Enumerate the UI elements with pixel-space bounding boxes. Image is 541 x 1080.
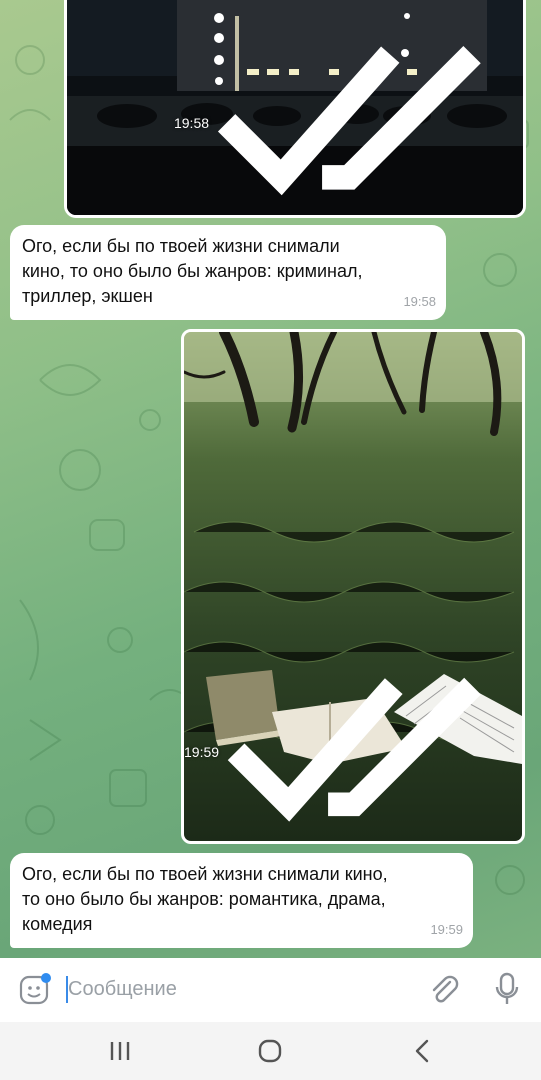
sticker-icon[interactable] xyxy=(18,972,52,1006)
message-time: 19:58 xyxy=(173,115,210,132)
back-icon[interactable] xyxy=(408,1038,438,1064)
message-time: 19:59 xyxy=(184,744,220,761)
photo-timestamp: 19:59 xyxy=(184,673,512,831)
message-input-bar: Сообщение xyxy=(0,958,541,1022)
system-navigation-bar xyxy=(0,1022,541,1080)
message-time: 19:59 xyxy=(430,922,463,937)
photo-timestamp: 19:58 xyxy=(174,41,513,205)
incoming-text-message[interactable]: Ого, если бы по твоей жизни снимали кино… xyxy=(10,853,473,948)
message-time: 19:58 xyxy=(403,294,436,309)
incoming-text-message[interactable]: Ого, если бы по твоей жизни снимали кино… xyxy=(10,225,446,320)
recent-apps-icon[interactable] xyxy=(105,1038,135,1064)
paperclip-icon[interactable] xyxy=(428,974,460,1006)
message-text: Ого, если бы по твоей жизни снимали кино… xyxy=(22,864,388,934)
double-check-icon xyxy=(217,46,481,196)
home-icon[interactable] xyxy=(255,1038,285,1064)
message-text: Ого, если бы по твоей жизни снимали кино… xyxy=(22,236,363,306)
photo-message-night-building[interactable]: 19:58 xyxy=(64,0,526,218)
message-input[interactable]: Сообщение xyxy=(68,978,177,1001)
photo-message-books-in-grass[interactable]: 19:59 xyxy=(181,329,525,844)
double-check-icon xyxy=(227,678,481,822)
microphone-icon[interactable] xyxy=(494,972,520,1006)
